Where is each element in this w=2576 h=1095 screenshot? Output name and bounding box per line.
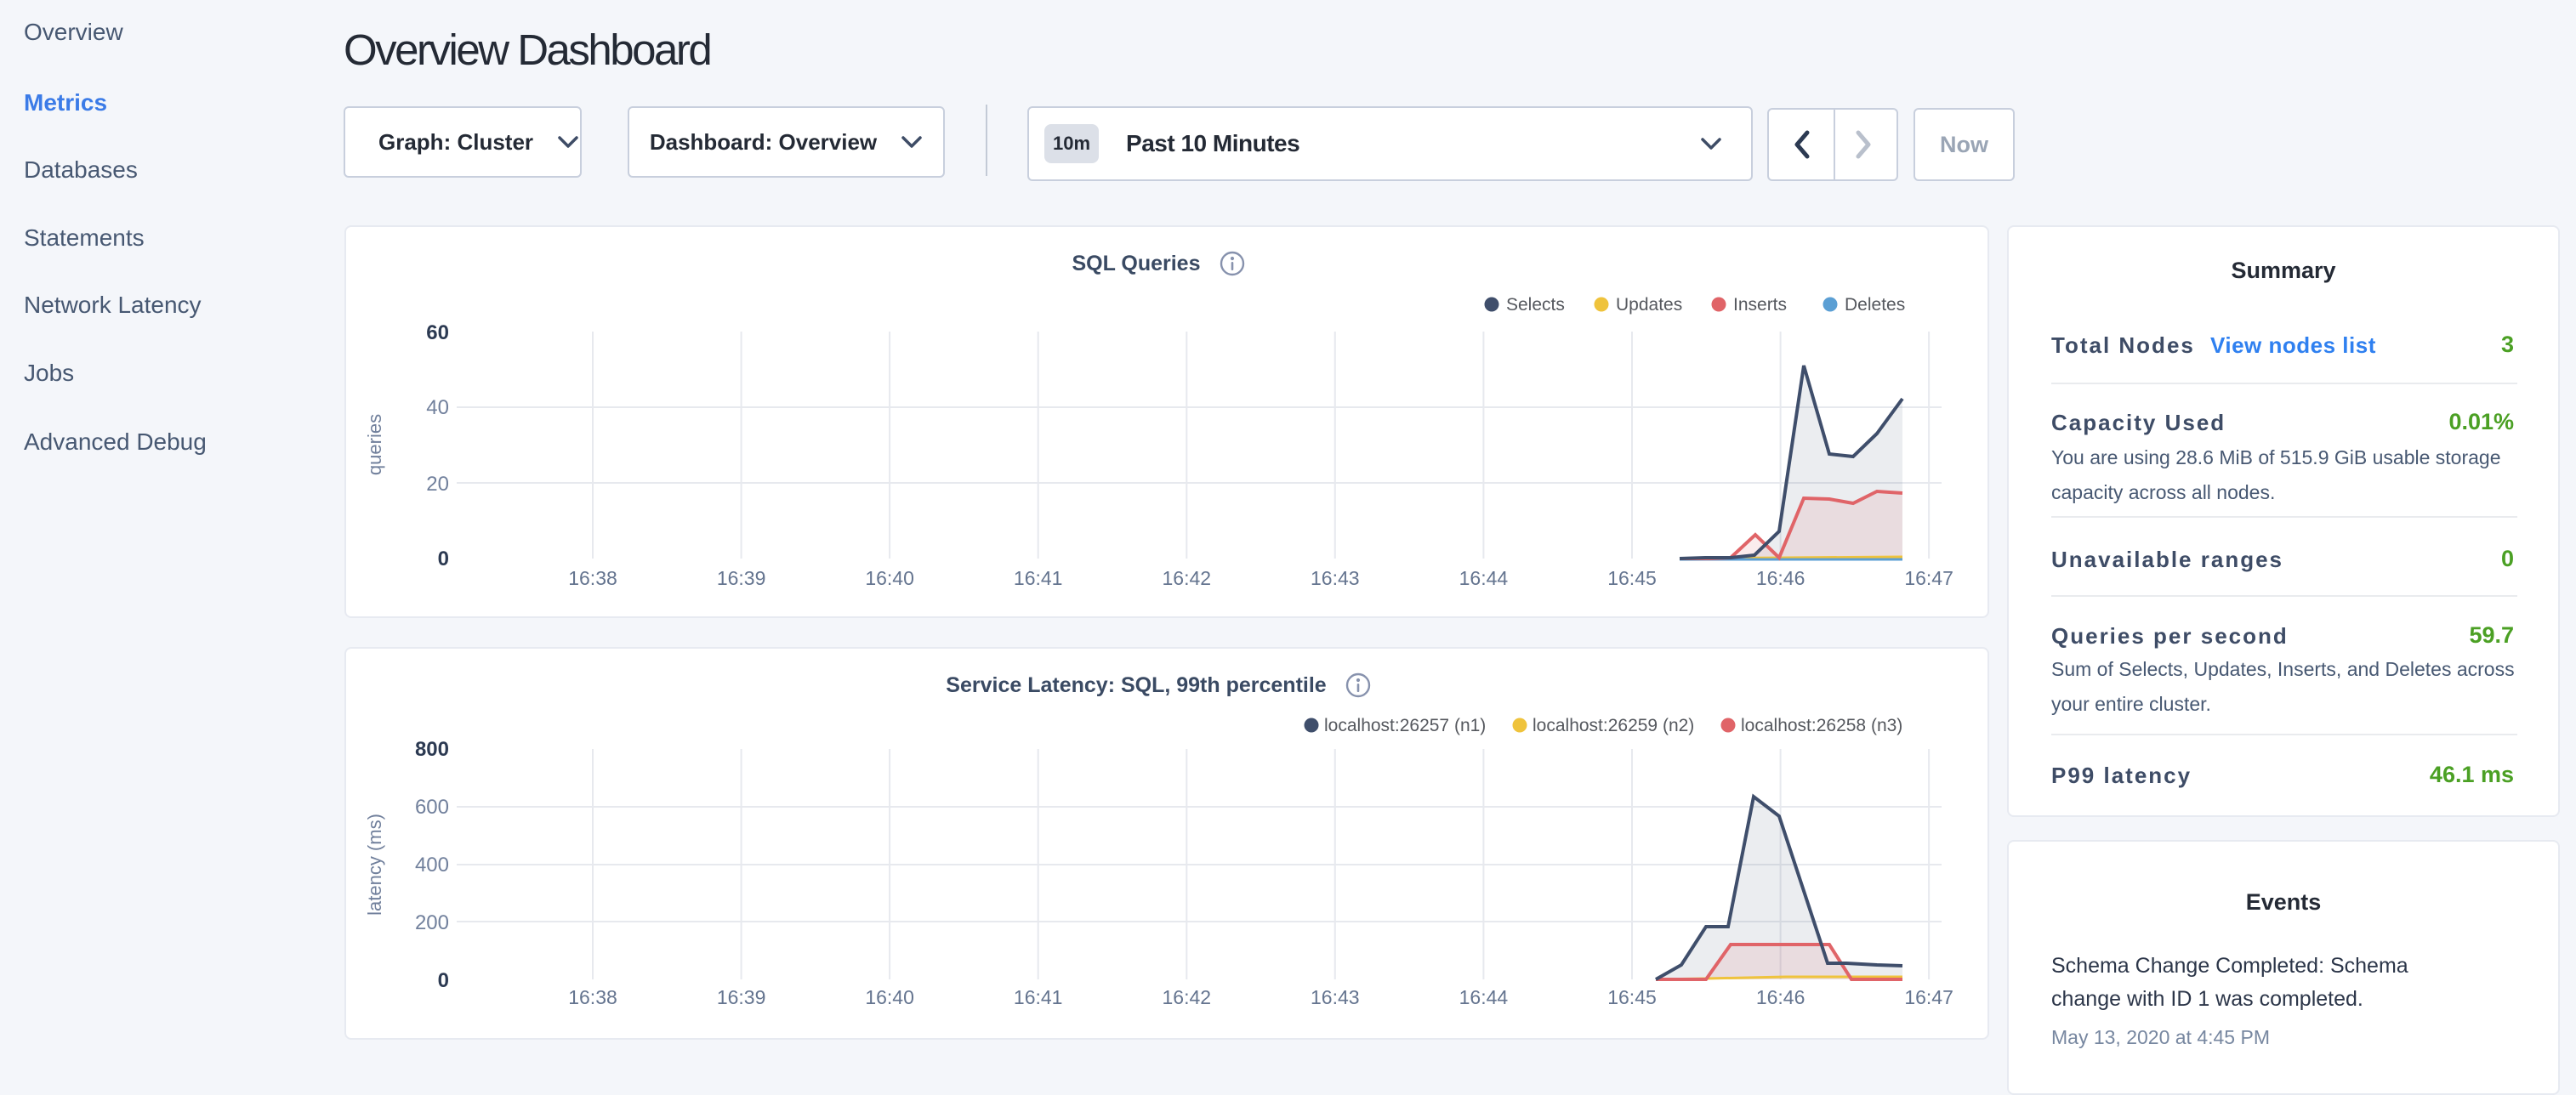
svg-text:16:38: 16:38 — [568, 567, 617, 589]
svg-text:localhost:26259 (n2): localhost:26259 (n2) — [1533, 716, 1694, 735]
svg-text:16:46: 16:46 — [1756, 986, 1805, 1008]
svg-text:Deletes: Deletes — [1845, 295, 1905, 315]
svg-text:600: 600 — [415, 796, 449, 819]
svg-text:16:47: 16:47 — [1904, 567, 1953, 589]
svg-text:16:41: 16:41 — [1014, 986, 1063, 1008]
svg-text:Selects: Selects — [1506, 295, 1565, 315]
svg-text:16:41: 16:41 — [1014, 567, 1063, 589]
svg-text:16:43: 16:43 — [1311, 567, 1360, 589]
svg-text:20: 20 — [426, 473, 449, 496]
svg-text:16:46: 16:46 — [1756, 567, 1805, 589]
svg-text:16:45: 16:45 — [1607, 986, 1657, 1008]
svg-text:16:39: 16:39 — [717, 986, 766, 1008]
svg-text:16:45: 16:45 — [1607, 567, 1657, 589]
svg-text:16:44: 16:44 — [1459, 567, 1509, 589]
svg-text:16:40: 16:40 — [865, 986, 914, 1008]
svg-text:16:42: 16:42 — [1163, 567, 1212, 589]
svg-text:Updates: Updates — [1616, 295, 1682, 315]
svg-text:localhost:26258 (n3): localhost:26258 (n3) — [1741, 716, 1902, 735]
svg-text:16:42: 16:42 — [1163, 986, 1212, 1008]
svg-text:16:38: 16:38 — [568, 986, 617, 1008]
svg-text:16:40: 16:40 — [865, 567, 914, 589]
svg-text:localhost:26257 (n1): localhost:26257 (n1) — [1324, 716, 1486, 735]
svg-text:16:47: 16:47 — [1904, 986, 1953, 1008]
svg-text:0: 0 — [438, 548, 449, 570]
svg-text:queries: queries — [364, 414, 385, 475]
svg-text:Inserts: Inserts — [1733, 295, 1787, 315]
svg-text:0: 0 — [438, 969, 449, 992]
svg-text:40: 40 — [426, 396, 449, 419]
svg-text:200: 200 — [415, 911, 449, 934]
svg-text:latency (ms): latency (ms) — [364, 814, 385, 916]
svg-text:60: 60 — [426, 321, 449, 344]
svg-text:400: 400 — [415, 854, 449, 877]
svg-text:800: 800 — [415, 738, 449, 761]
svg-text:16:43: 16:43 — [1311, 986, 1360, 1008]
svg-text:16:39: 16:39 — [717, 567, 766, 589]
svg-text:16:44: 16:44 — [1459, 986, 1509, 1008]
